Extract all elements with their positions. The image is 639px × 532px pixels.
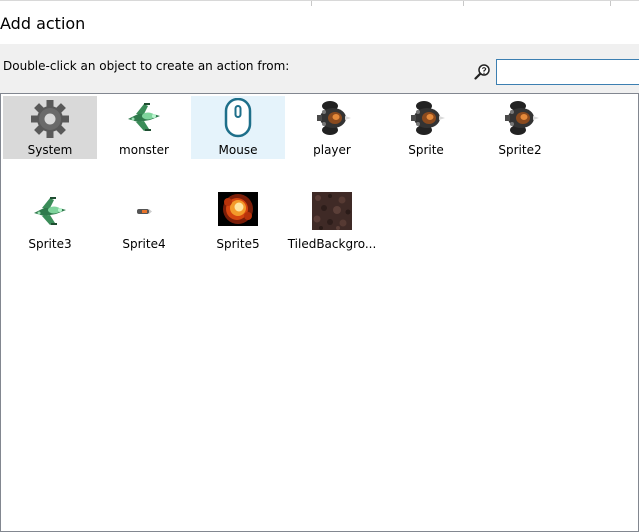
object-list: System monster Mouse player Sprite Sprit… (0, 93, 639, 532)
object-item-player[interactable]: player (285, 96, 379, 159)
object-label: TiledBackgro... (287, 237, 377, 251)
green-ship-sprite-icon (124, 98, 164, 138)
object-label: Sprite4 (122, 237, 166, 251)
object-label: Sprite3 (28, 237, 72, 251)
object-label: player (313, 143, 351, 157)
instruction-text: Double-click an object to create an acti… (3, 59, 290, 73)
object-label: monster (119, 143, 169, 157)
object-item-sprite[interactable]: Sprite (379, 96, 473, 159)
object-item-sprite3[interactable]: Sprite3 (3, 190, 97, 253)
bullet-sprite-icon (124, 192, 164, 232)
search-icon (474, 63, 491, 80)
dark-ship-sprite-icon (312, 98, 352, 138)
titlebar-divider (610, 1, 611, 6)
gear-icon (30, 98, 70, 138)
title-bar: Add action (0, 0, 639, 44)
object-item-sprite4[interactable]: Sprite4 (97, 190, 191, 253)
object-label: Sprite5 (216, 237, 260, 251)
object-item-system[interactable]: System (3, 96, 97, 159)
mouse-icon (218, 98, 258, 138)
dark-ship-sprite-icon (406, 98, 446, 138)
object-item-mouse[interactable]: Mouse (191, 96, 285, 159)
object-item-sprite5[interactable]: Sprite5 (191, 190, 285, 253)
object-label: Sprite (408, 143, 444, 157)
object-label: Sprite2 (498, 143, 542, 157)
explosion-sprite-icon (218, 192, 258, 232)
object-label: System (27, 143, 73, 157)
rocky-texture-icon (312, 192, 352, 232)
dark-ship-sprite-icon (500, 98, 540, 138)
add-action-dialog: Add action Double-click an object to cre… (0, 0, 639, 532)
titlebar-divider (463, 1, 464, 6)
object-item-tiledbackground[interactable]: TiledBackgro... (285, 190, 379, 253)
titlebar-divider (311, 1, 312, 6)
green-ship-sprite-icon (30, 192, 70, 232)
search-input[interactable] (496, 59, 639, 85)
dialog-title: Add action (0, 14, 86, 33)
object-item-sprite2[interactable]: Sprite2 (473, 96, 567, 159)
object-label: Mouse (218, 143, 258, 157)
object-item-monster[interactable]: monster (97, 96, 191, 159)
